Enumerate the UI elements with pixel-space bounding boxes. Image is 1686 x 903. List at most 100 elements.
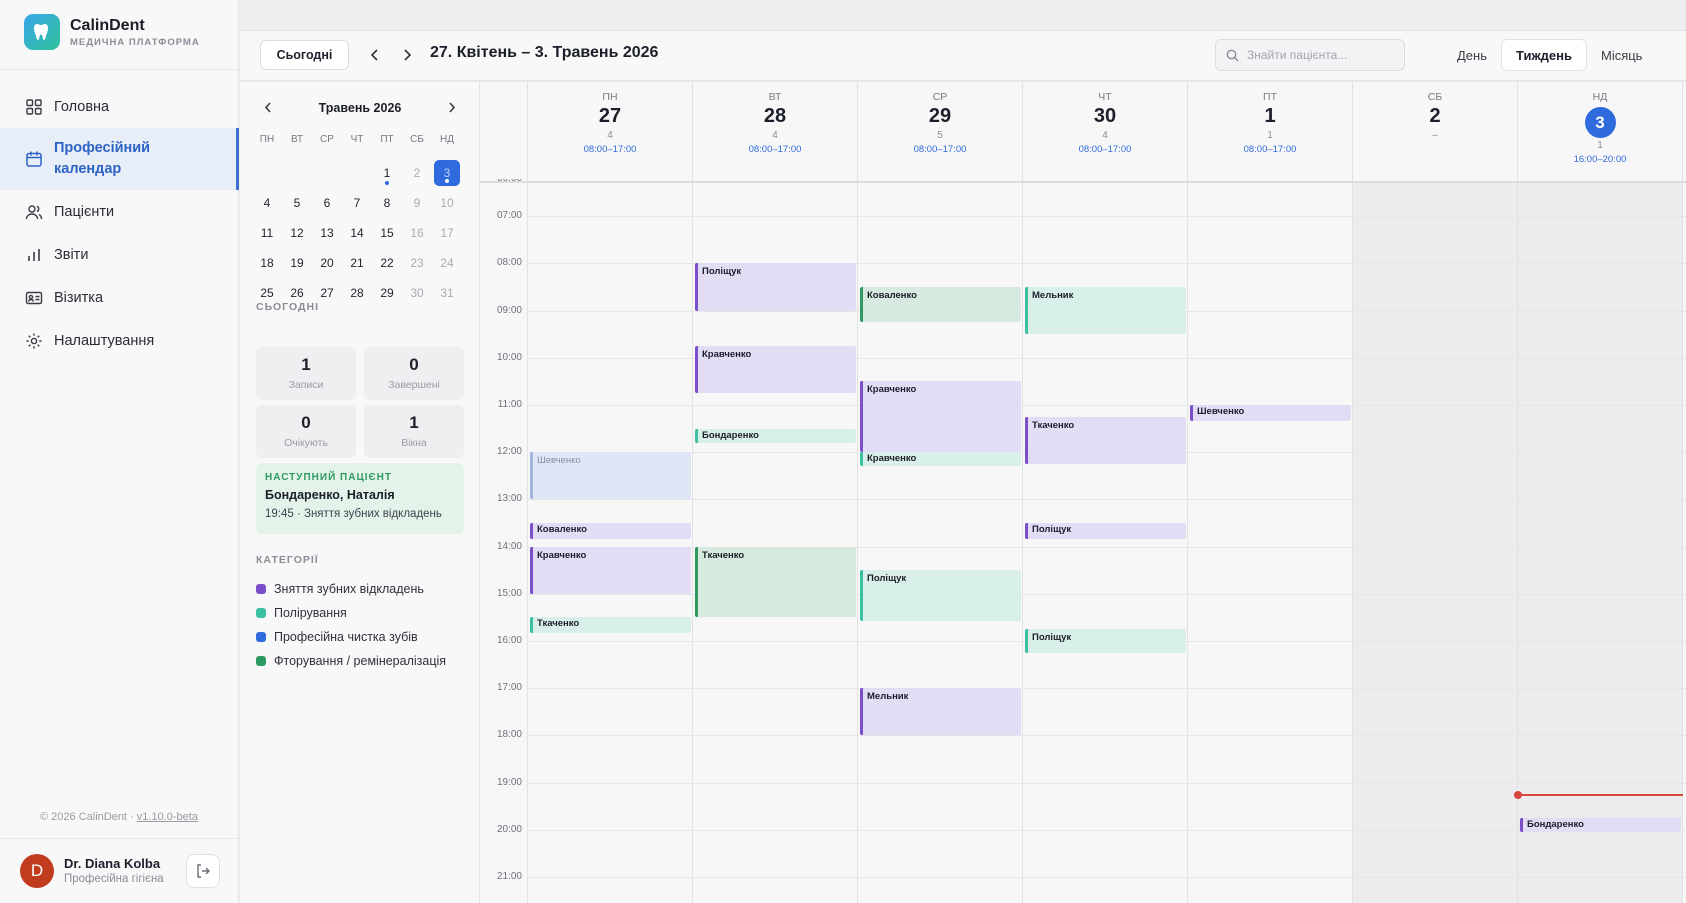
day-appointment-count: 5 — [937, 130, 943, 141]
mini-day-cell[interactable]: 17 — [432, 218, 462, 248]
day-header[interactable]: ПТ 1 1 08:00–17:00 — [1188, 82, 1353, 181]
mini-day-cell[interactable]: 15 — [372, 218, 402, 248]
appointment-block[interactable]: Мельник — [1025, 287, 1186, 335]
day-column[interactable] — [528, 183, 693, 903]
appointment-block[interactable]: Поліщук — [1025, 523, 1186, 539]
appointment-block[interactable]: Ткаченко — [530, 617, 691, 633]
prev-week-button[interactable] — [364, 44, 386, 66]
avatar[interactable]: D — [20, 854, 54, 888]
mini-day-cell[interactable]: 7 — [342, 188, 372, 218]
appointment-block[interactable]: Ткаченко — [695, 546, 856, 618]
mini-day-cell[interactable]: 23 — [402, 248, 432, 278]
day-appointment-count: 4 — [607, 130, 613, 141]
mini-day-cell[interactable]: 19 — [282, 248, 312, 278]
sidebar-item-settings[interactable]: Налаштування — [0, 319, 239, 362]
appointment-block[interactable]: Бондаренко — [695, 428, 856, 443]
appointment-block[interactable]: Коваленко — [860, 287, 1021, 323]
stat-card: 1 Записи — [256, 347, 356, 400]
appointment-block[interactable]: Шевченко — [530, 452, 691, 500]
sidebar-item-patients[interactable]: Пацієнти — [0, 190, 239, 233]
day-working-hours: 08:00–17:00 — [913, 144, 967, 155]
day-header[interactable]: СБ 2 – — [1353, 82, 1518, 181]
appointment-block[interactable]: Кравченко — [530, 546, 691, 594]
hour-label: 10:00 — [496, 351, 522, 363]
stat-card: 0 Очікують — [256, 405, 356, 458]
mini-day-cell[interactable]: 4 — [252, 188, 282, 218]
appointment-block[interactable]: Бондаренко — [1520, 818, 1681, 832]
mini-day-cell[interactable]: 30 — [402, 278, 432, 308]
day-date: 1 — [1264, 105, 1276, 127]
mini-day-cell[interactable]: 3 — [434, 160, 460, 186]
mini-day-cell[interactable]: 24 — [432, 248, 462, 278]
copyright: © 2026 CalinDent · v1.10.0-beta — [40, 811, 198, 823]
mini-day-cell[interactable]: 12 — [282, 218, 312, 248]
day-header[interactable]: ЧТ 30 4 08:00–17:00 — [1023, 82, 1188, 181]
mini-day-cell[interactable]: 29 — [372, 278, 402, 308]
category-legend: Зняття зубних відкладень Полірування Профе… — [256, 577, 446, 673]
patient-search[interactable] — [1215, 39, 1405, 71]
day-header[interactable]: СР 29 5 08:00–17:00 — [858, 82, 1023, 181]
day-header[interactable]: ВТ 28 4 08:00–17:00 — [693, 82, 858, 181]
sidebar-item-label: Налаштування — [54, 332, 155, 349]
appointment-block[interactable]: Мельник — [860, 688, 1021, 736]
next-week-button[interactable] — [396, 44, 418, 66]
logout-button[interactable] — [186, 854, 220, 888]
mini-day-cell[interactable]: 28 — [342, 278, 372, 308]
hour-gridline — [528, 499, 1686, 501]
day-working-hours: 16:00–20:00 — [1573, 154, 1627, 165]
mini-day-cell[interactable]: 10 — [432, 188, 462, 218]
hour-label: 18:00 — [496, 729, 522, 741]
day-header[interactable]: ПН 27 4 08:00–17:00 — [528, 82, 693, 181]
appointment-block[interactable]: Поліщук — [860, 570, 1021, 622]
calendar-toolbar: Сьогодні 27. Квітень – 3. Травень 2026 Д… — [240, 31, 1686, 81]
appointment-block[interactable]: Поліщук — [695, 263, 856, 311]
sidebar-item-reports[interactable]: Звіти — [0, 233, 239, 276]
appointment-block[interactable]: Кравченко — [695, 346, 856, 394]
view-day-button[interactable]: День — [1443, 39, 1501, 71]
mini-day-cell[interactable]: 14 — [342, 218, 372, 248]
appointment-block[interactable]: Поліщук — [1025, 629, 1186, 653]
view-month-button[interactable]: Місяць — [1587, 39, 1656, 71]
day-header[interactable]: НД 3 1 16:00–20:00 — [1518, 82, 1683, 181]
mini-weekday-label: ПН — [259, 133, 275, 145]
category-item: Професійна чистка зубів — [256, 625, 446, 649]
mini-day-cell[interactable]: 22 — [372, 248, 402, 278]
day-column[interactable] — [1188, 183, 1353, 903]
sidebar-item-card[interactable]: Візитка — [0, 276, 239, 319]
mini-day-cell[interactable]: 1 — [372, 158, 402, 188]
stat-label: Записи — [288, 379, 324, 391]
mini-day-cell[interactable]: 6 — [312, 188, 342, 218]
hour-gridline — [528, 688, 1686, 690]
sidebar-item-calendar[interactable]: Професійний календар — [0, 128, 239, 190]
mini-day-cell[interactable]: 9 — [402, 188, 432, 218]
mini-prev-month-button[interactable] — [258, 100, 278, 116]
mini-day-cell[interactable]: 8 — [372, 188, 402, 218]
search-input[interactable] — [1247, 48, 1397, 62]
mini-next-month-button[interactable] — [442, 100, 462, 116]
category-label: Зняття зубних відкладень — [274, 582, 424, 596]
view-week-button[interactable]: Тиждень — [1501, 39, 1587, 71]
mini-day-cell[interactable]: 13 — [312, 218, 342, 248]
mini-day-cell[interactable]: 11 — [252, 218, 282, 248]
mini-day-cell[interactable]: 18 — [252, 248, 282, 278]
mini-day-cell[interactable]: 5 — [282, 188, 312, 218]
version-link[interactable]: v1.10.0-beta — [137, 811, 198, 823]
appointment-block[interactable]: Ткаченко — [1025, 416, 1186, 464]
mini-day-cell[interactable]: 31 — [432, 278, 462, 308]
mini-day-cell[interactable]: 2 — [402, 158, 432, 188]
stat-value: 1 — [301, 355, 311, 374]
day-column[interactable] — [1353, 183, 1518, 903]
mini-day-cell[interactable]: 20 — [312, 248, 342, 278]
appointment-block[interactable]: Кравченко — [860, 452, 1021, 467]
today-button[interactable]: Сьогодні — [260, 40, 349, 70]
brand[interactable]: CalinDent МЕДИЧНА ПЛАТФОРМА — [24, 14, 200, 50]
day-date: 2 — [1429, 105, 1441, 127]
appointment-block[interactable]: Коваленко — [530, 523, 691, 539]
mini-day-cell[interactable]: 16 — [402, 218, 432, 248]
appointment-block[interactable]: Кравченко — [860, 381, 1021, 453]
tooth-logo-icon — [24, 14, 60, 50]
next-patient-card[interactable]: НАСТУПНИЙ ПАЦІЄНТ Бондаренко, Наталія 19… — [256, 463, 464, 534]
mini-day-cell[interactable]: 21 — [342, 248, 372, 278]
sidebar-item-home[interactable]: Головна — [0, 85, 239, 128]
appointment-block[interactable]: Шевченко — [1190, 405, 1351, 421]
